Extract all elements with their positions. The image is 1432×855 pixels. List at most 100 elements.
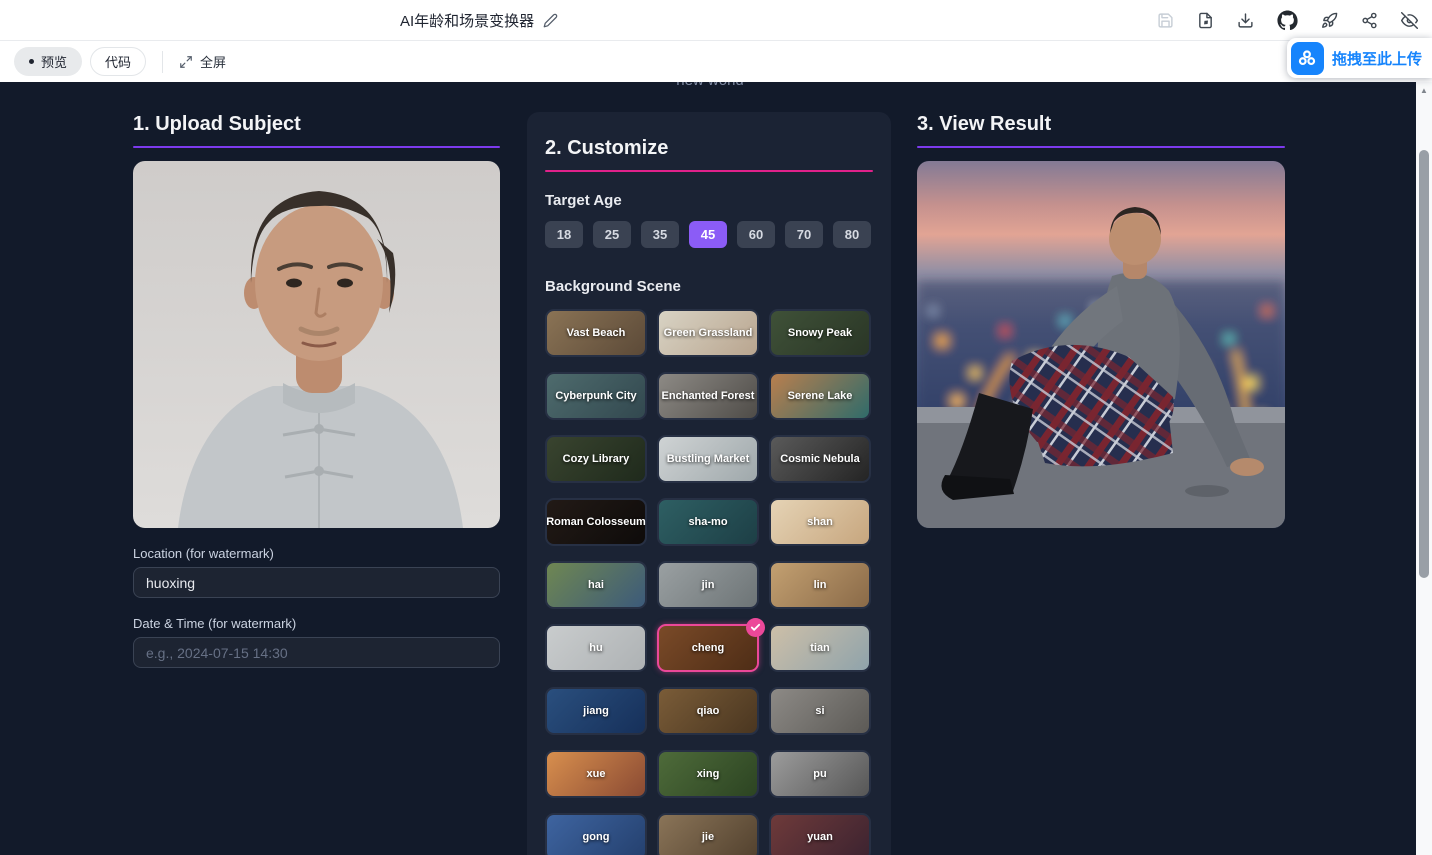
scene-tile-serene-lake[interactable]: Serene Lake: [769, 372, 871, 420]
result-rule: [917, 146, 1285, 148]
titlebar-icon-group: [1157, 0, 1418, 41]
datetime-input[interactable]: [133, 637, 500, 668]
scene-tile-label: xue: [587, 768, 606, 780]
upload-section-heading: 1. Upload Subject: [133, 112, 500, 136]
code-tab-label: 代码: [105, 52, 131, 71]
scene-tile-roman-colosseum[interactable]: Roman Colosseum: [545, 498, 647, 546]
result-photo: [917, 161, 1285, 528]
preview-tab-label: 预览: [41, 52, 67, 71]
result-heading: 3. View Result: [917, 112, 1285, 136]
upload-section: 1. Upload Subject: [133, 112, 500, 668]
upload-drop-label: 拖拽至此上传: [1332, 48, 1422, 69]
scene-tile-xue[interactable]: xue: [545, 750, 647, 798]
scene-tile-label: Cyberpunk City: [555, 390, 636, 402]
scene-tile-cosmic-nebula[interactable]: Cosmic Nebula: [769, 435, 871, 483]
scene-tile-tian[interactable]: tian: [769, 624, 871, 672]
scene-tile-label: hu: [589, 642, 602, 654]
customize-panel: 2. Customize Target Age 18 25 35 45 60 70 80 B…: [527, 112, 891, 855]
scene-tile-label: yuan: [807, 831, 833, 843]
age-button-18[interactable]: 18: [545, 221, 583, 248]
scene-tile-shan[interactable]: shan: [769, 498, 871, 546]
result-section: 3. View Result: [917, 112, 1285, 528]
age-button-80[interactable]: 80: [833, 221, 871, 248]
customize-rule: [545, 170, 873, 172]
scene-tile-green-grassland[interactable]: Green Grassland: [657, 309, 759, 357]
scene-tile-label: pu: [813, 768, 826, 780]
scene-tile-bustling-market[interactable]: Bustling Market: [657, 435, 759, 483]
scene-grid: Vast Beach Green Grassland Snowy Peak Cyber…: [545, 309, 873, 855]
scene-tile-label: xing: [697, 768, 720, 780]
scene-tile-label: hai: [588, 579, 604, 591]
share-icon[interactable]: [1361, 12, 1378, 29]
scene-tile-label: qiao: [697, 705, 720, 717]
scene-tile-xing[interactable]: xing: [657, 750, 759, 798]
scene-tile-label: Green Grassland: [664, 327, 753, 339]
age-button-60[interactable]: 60: [737, 221, 775, 248]
rocket-icon[interactable]: [1321, 12, 1338, 29]
result-illustration: [917, 161, 1285, 528]
location-input[interactable]: [133, 567, 500, 598]
scene-tile-label: Snowy Peak: [788, 327, 852, 339]
scene-tile-label: Vast Beach: [567, 327, 626, 339]
background-scene-label: Background Scene: [545, 278, 873, 295]
scene-tile-label: Bustling Market: [667, 453, 750, 465]
title-bar: AI年龄和场景变换器: [0, 0, 1432, 41]
scene-tile-snowy-peak[interactable]: Snowy Peak: [769, 309, 871, 357]
fullscreen-button[interactable]: 全屏: [179, 52, 226, 71]
customize-heading: 2. Customize: [545, 136, 873, 160]
scrollbar-thumb[interactable]: [1419, 150, 1429, 578]
target-age-label: Target Age: [545, 192, 873, 209]
scroll-up-arrow[interactable]: ▲: [1416, 84, 1432, 98]
scene-tile-yuan[interactable]: yuan: [769, 813, 871, 855]
scene-tile-label: Enchanted Forest: [662, 390, 755, 402]
scene-tile-label: Cozy Library: [563, 453, 630, 465]
download-icon[interactable]: [1237, 12, 1254, 29]
eye-off-icon[interactable]: [1401, 12, 1418, 29]
upload-drop-button[interactable]: 拖拽至此上传: [1287, 38, 1432, 78]
subject-photo[interactable]: [133, 161, 500, 528]
age-button-45[interactable]: 45: [689, 221, 727, 248]
age-button-35[interactable]: 35: [641, 221, 679, 248]
toolbar: 预览 代码 全屏: [0, 41, 1432, 82]
age-button-70[interactable]: 70: [785, 221, 823, 248]
scene-tile-jie[interactable]: jie: [657, 813, 759, 855]
scene-tile-hai[interactable]: hai: [545, 561, 647, 609]
scene-tile-sha-mo[interactable]: sha-mo: [657, 498, 759, 546]
scene-tile-cheng[interactable]: cheng: [657, 624, 759, 672]
app-title: AI年龄和场景变换器: [400, 10, 534, 31]
scene-tile-qiao[interactable]: qiao: [657, 687, 759, 735]
scene-tile-enchanted-forest[interactable]: Enchanted Forest: [657, 372, 759, 420]
scene-tile-cozy-library[interactable]: Cozy Library: [545, 435, 647, 483]
app-content: new world 1. Upload Subject: [0, 82, 1416, 855]
scene-tile-gong[interactable]: gong: [545, 813, 647, 855]
scene-tile-label: jin: [702, 579, 715, 591]
scene-tile-cyberpunk-city[interactable]: Cyberpunk City: [545, 372, 647, 420]
age-button-row: 18 25 35 45 60 70 80: [545, 221, 873, 248]
edit-title-icon[interactable]: [543, 13, 558, 28]
scene-tile-jin[interactable]: jin: [657, 561, 759, 609]
scene-tile-jiang[interactable]: jiang: [545, 687, 647, 735]
vertical-scrollbar: ▲: [1416, 82, 1432, 855]
file-edit-icon[interactable]: [1197, 12, 1214, 29]
scene-tile-label: shan: [807, 516, 833, 528]
toolbar-divider: [162, 51, 163, 73]
scene-tile-si[interactable]: si: [769, 687, 871, 735]
scene-tile-label: jie: [702, 831, 714, 843]
cloud-drive-icon: [1291, 42, 1324, 75]
age-button-25[interactable]: 25: [593, 221, 631, 248]
preview-tab[interactable]: 预览: [14, 47, 82, 76]
fullscreen-icon: [179, 55, 193, 69]
subject-portrait-illustration: [133, 161, 500, 528]
scene-tile-pu[interactable]: pu: [769, 750, 871, 798]
save-icon[interactable]: [1157, 12, 1174, 29]
scene-tile-label: Serene Lake: [788, 390, 853, 402]
scene-tile-hu[interactable]: hu: [545, 624, 647, 672]
github-icon[interactable]: [1277, 10, 1298, 31]
scene-tile-vast-beach[interactable]: Vast Beach: [545, 309, 647, 357]
code-tab[interactable]: 代码: [90, 47, 146, 76]
active-dot-icon: [29, 59, 34, 64]
fullscreen-label: 全屏: [200, 52, 226, 71]
scene-tile-label: jiang: [583, 705, 609, 717]
scene-tile-lin[interactable]: lin: [769, 561, 871, 609]
scene-tile-label: tian: [810, 642, 830, 654]
